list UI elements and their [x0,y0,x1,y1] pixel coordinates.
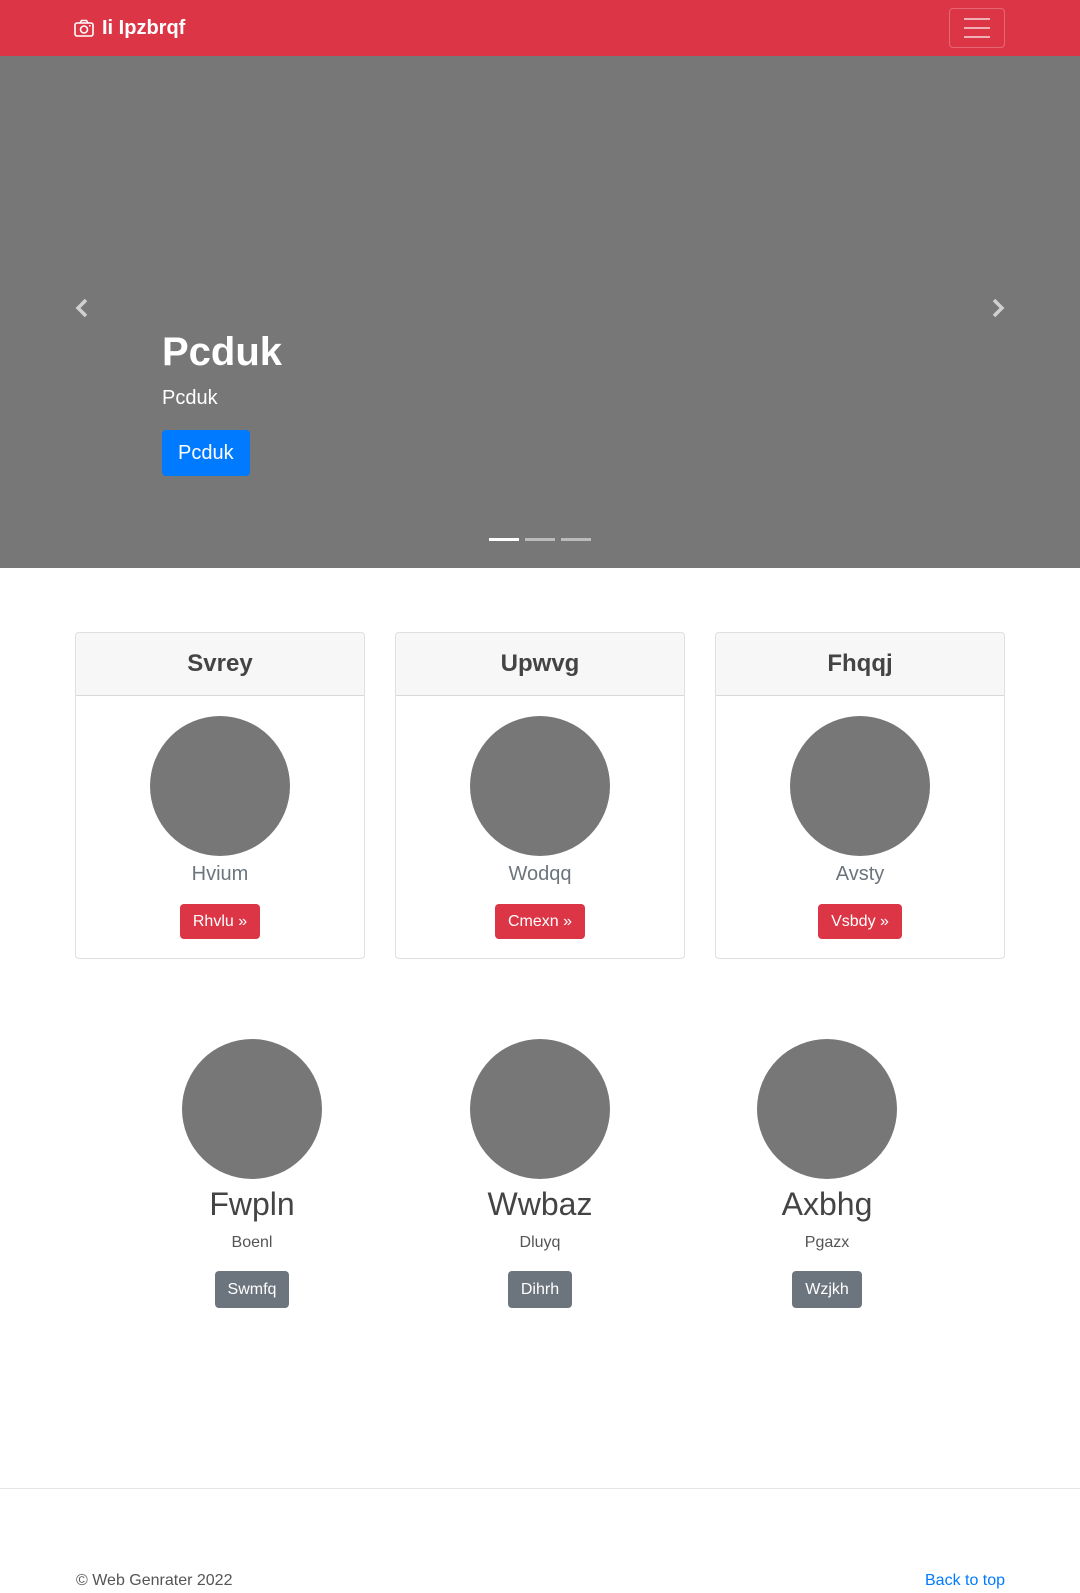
feature-text: Dluyq [519,1234,561,1252]
carousel-indicators [489,538,591,541]
carousel-next-button[interactable] [978,288,1018,328]
chevron-right-icon [992,298,1005,318]
footer-copyright: © Web Genrater 2022 [76,1572,233,1589]
brand[interactable]: Ii Ipzbrqf [74,15,185,41]
card-button[interactable]: Rhvlu » [179,904,261,940]
carousel-caption: Pcduk Pcduk Pcduk [162,328,282,476]
card-subtitle: Wodqq [508,863,572,885]
card-button[interactable]: Cmexn » [494,904,586,940]
brand-text: Ii Ipzbrqf [102,16,186,39]
card-image-placeholder [790,716,930,856]
feature-1: Fwpln Boenl Swmfq [152,1039,352,1308]
footer-divider [0,1488,1080,1489]
feature-title: Fwpln [209,1186,295,1222]
card-image-placeholder [150,716,290,856]
card-header: Svrey [76,633,364,696]
carousel-indicator-1[interactable] [489,538,519,541]
carousel-title: Pcduk [162,330,283,374]
feature-button[interactable]: Wzjkh [792,1270,862,1308]
feature-text: Pgazx [804,1234,850,1252]
card-subtitle: Hvium [191,863,249,885]
carousel-prev-button[interactable] [62,288,102,328]
feature-title: Axbhg [781,1186,873,1222]
card-3: Fhqqj Avsty Vsbdy » [715,632,1005,959]
feature-title: Wwbaz [487,1186,593,1222]
carousel-text: Pcduk [162,387,218,409]
hero-carousel: Pcduk Pcduk Pcduk [0,56,1080,568]
card-header: Fhqqj [716,633,1004,696]
feature-button[interactable]: Dihrh [507,1270,573,1308]
navbar-toggler-button[interactable] [949,8,1005,48]
navbar: Ii Ipzbrqf [0,0,1080,56]
feature-3: Axbhg Pgazx Wzjkh [727,1039,927,1308]
feature-image-placeholder [182,1039,322,1179]
chevron-left-icon [75,298,88,318]
feature-text: Boenl [231,1234,273,1252]
menu-icon [964,18,990,20]
camera-icon [74,19,94,37]
card-subtitle: Avsty [835,863,885,885]
card-2: Upwvg Wodqq Cmexn » [395,632,685,959]
card-header: Upwvg [396,633,684,696]
carousel-indicator-2[interactable] [525,538,555,541]
carousel-indicator-3[interactable] [561,538,591,541]
card-image-placeholder [470,716,610,856]
carousel-cta-button[interactable]: Pcduk [162,430,250,476]
card-button[interactable]: Vsbdy » [818,904,902,940]
feature-image-placeholder [757,1039,897,1179]
feature-button[interactable]: Swmfq [214,1270,290,1308]
back-to-top-link[interactable]: Back to top [925,1572,1005,1590]
feature-2: Wwbaz Dluyq Dihrh [440,1039,640,1308]
feature-image-placeholder [470,1039,610,1179]
card-1: Svrey Hvium Rhvlu » [75,632,365,959]
